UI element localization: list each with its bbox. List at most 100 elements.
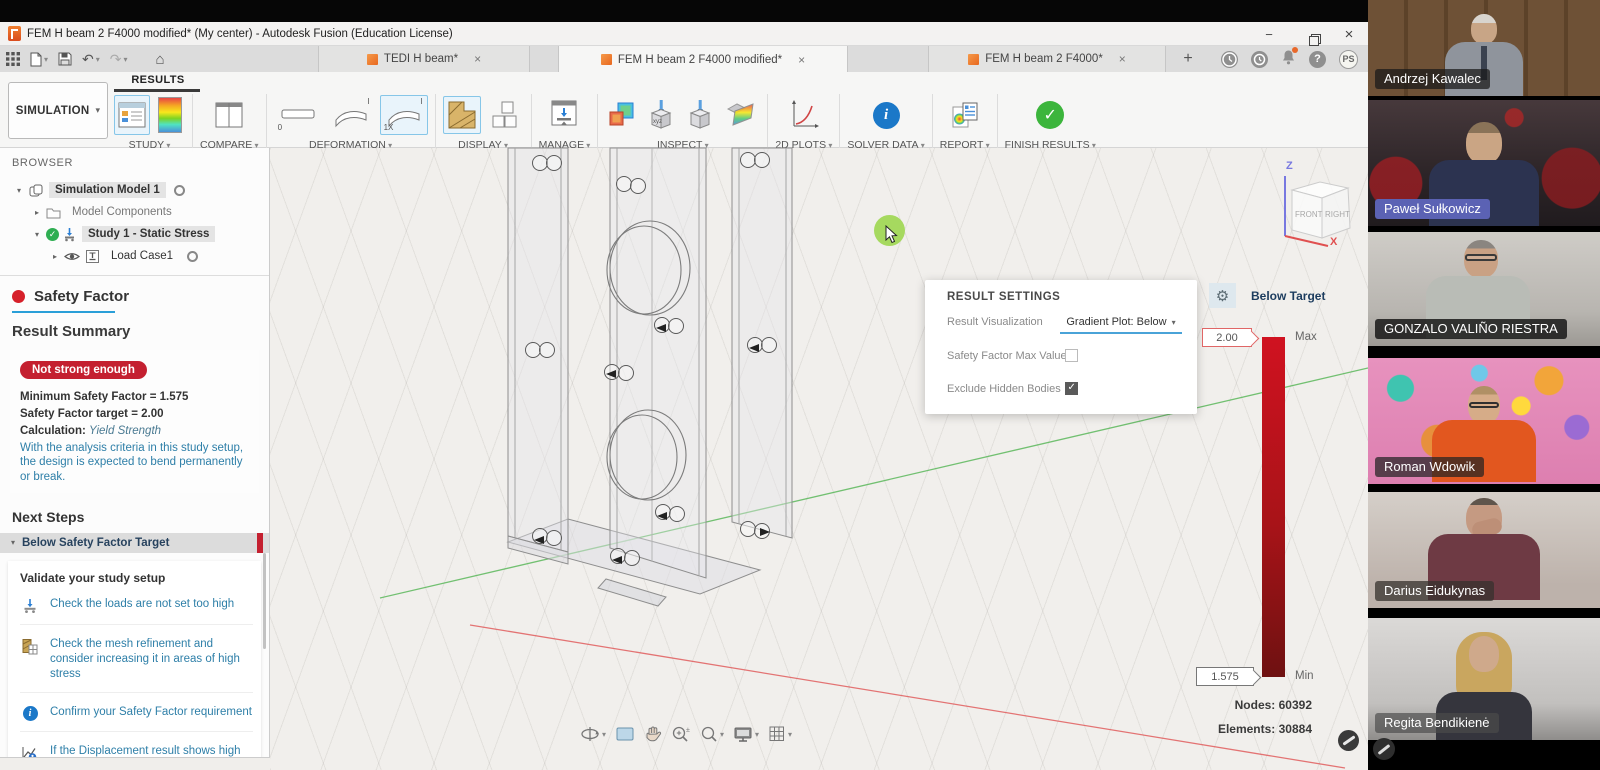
inspect-probe-icon[interactable] [683, 97, 717, 134]
analysis-warning-text: With the analysis criteria in this study… [20, 441, 249, 485]
pan-hand-icon[interactable] [644, 725, 662, 743]
next-step-item-mesh[interactable]: Check the mesh refinement and consider i… [20, 637, 253, 693]
tab-fem-h-beam-2-f4000-modified[interactable]: FEM H beam 2 F4000 modified* [558, 46, 848, 73]
chevron-right-icon[interactable] [50, 252, 60, 261]
home-icon[interactable] [156, 51, 165, 68]
eye-visibility-icon[interactable] [64, 251, 80, 262]
below-target-red-bar [257, 533, 263, 553]
next-step-item-loads[interactable]: Check the loads are not set too high [20, 597, 253, 625]
mouse-cursor [884, 225, 900, 245]
app-grid-icon[interactable] [6, 52, 20, 66]
file-menu-icon[interactable] [30, 52, 48, 67]
new-tab-button[interactable] [1178, 49, 1198, 69]
next-step-item-nonlinear[interactable]: If the Displacement result shows high di… [20, 744, 253, 758]
visibility-ring-icon[interactable] [174, 185, 185, 196]
participant-tile[interactable]: Paweł Sułkowicz [1368, 100, 1600, 226]
notifications-bell-icon[interactable] [1281, 49, 1296, 70]
min-safety-factor-line: Minimum Safety Factor = 1.575 [20, 390, 249, 404]
display-settings-icon[interactable] [733, 726, 759, 743]
below-target-label: Below Safety Factor Target [22, 537, 169, 549]
grid-snaps-icon[interactable] [768, 725, 792, 743]
study-results-legend-icon[interactable] [155, 94, 185, 136]
study-settings-icon[interactable] [114, 95, 150, 135]
below-target-collapsible[interactable]: Below Safety Factor Target [0, 533, 269, 553]
zoom-icon[interactable]: ± [671, 725, 691, 743]
tab-label: FEM H beam 2 F4000* [985, 53, 1103, 65]
manage-icon[interactable] [545, 95, 583, 135]
participant-tile[interactable]: Regita Bendikienė [1368, 618, 1600, 740]
tree-item-label: Study 1 - Static Stress [82, 226, 215, 242]
ribbon-group-display: DISPLAY [443, 94, 524, 151]
svg-text:xyz: xyz [653, 119, 662, 125]
tree-item-model-components[interactable]: Model Components [0, 201, 269, 223]
undo-icon[interactable] [82, 51, 100, 68]
visualization-dropdown[interactable]: Gradient Plot: Below [1060, 312, 1182, 334]
minimize-button[interactable] [1262, 27, 1276, 42]
tree-item-load-case[interactable]: Load Case1 [0, 245, 269, 267]
tree-item-simulation-model[interactable]: Simulation Model 1 [0, 179, 269, 201]
close-icon[interactable] [474, 52, 481, 66]
chevron-right-icon[interactable] [32, 208, 42, 217]
status-badge: Not strong enough [20, 361, 147, 379]
tab-fem-h-beam-2-f4000[interactable]: FEM H beam 2 F4000* [928, 46, 1166, 72]
validate-heading: Validate your study setup [20, 571, 253, 585]
deformation-scaled-icon[interactable]: 1X [380, 95, 428, 135]
orbit-icon[interactable] [580, 725, 606, 743]
close-icon[interactable] [798, 53, 805, 67]
chevron-down-icon[interactable] [14, 186, 24, 195]
visibility-ring-icon[interactable] [187, 251, 198, 262]
ribbon-group-manage: MANAGE [539, 94, 591, 151]
display-bodies-icon[interactable] [486, 96, 524, 134]
meeting-badge-icon[interactable] [1373, 738, 1395, 760]
participant-name: Andrzej Kawalec [1375, 69, 1490, 89]
report-icon[interactable] [947, 97, 983, 133]
deformation-undeformed-icon[interactable]: 0 [274, 95, 322, 135]
tree-item-label: Model Components [66, 204, 178, 220]
inspect-result-compare-icon[interactable] [605, 98, 639, 132]
fit-icon[interactable] [700, 725, 724, 743]
tree-item-study-static-stress[interactable]: Study 1 - Static Stress [0, 223, 269, 245]
participant-tile[interactable]: Darius Eidukynas [1368, 492, 1600, 608]
result-summary-heading: Result Summary [12, 323, 269, 340]
inspect-point-xyz-icon[interactable]: xyz [644, 97, 678, 134]
deformation-actual-icon[interactable] [327, 95, 375, 135]
participant-tile[interactable]: Andrzej Kawalec [1368, 0, 1600, 96]
viewport-badge-icon[interactable] [1338, 730, 1359, 751]
chevron-down-icon[interactable] [32, 230, 42, 239]
mesh-statistics: Nodes: 60392 Elements: 30884 [1120, 698, 1312, 746]
result-type-title[interactable]: Safety Factor [34, 288, 129, 305]
divider [0, 275, 269, 276]
display-mesh-icon[interactable] [443, 96, 481, 134]
workspace-selector[interactable]: SIMULATION [8, 82, 108, 139]
close-button[interactable] [1342, 26, 1356, 43]
view-cube[interactable]: FRONT RIGHT Z X [1262, 152, 1362, 252]
inspect-slice-plane-icon[interactable] [722, 98, 760, 132]
extensions-icon[interactable] [1221, 51, 1238, 68]
folder-icon [46, 206, 61, 219]
look-at-icon[interactable] [615, 726, 635, 742]
max-value-label: Safety Factor Max Value [947, 350, 1067, 362]
ribbon-tab-results[interactable]: RESULTS [118, 74, 198, 86]
2d-plots-icon[interactable] [784, 95, 824, 135]
user-avatar[interactable]: PS [1339, 50, 1358, 69]
participant-tile[interactable]: GONZALO VALIÑO RIESTRA [1368, 232, 1600, 346]
max-value-checkbox[interactable] [1065, 349, 1078, 362]
legend-max-callout[interactable]: 2.00 [1202, 328, 1252, 347]
exclude-hidden-checkbox[interactable] [1065, 382, 1078, 395]
tab-tedi-h-beam[interactable]: TEDI H beam* [318, 46, 530, 72]
fusion-doc-icon [968, 54, 979, 65]
participant-tile[interactable]: Roman Wdowik [1368, 358, 1600, 484]
ribbon-tab-underline [114, 89, 200, 92]
solver-data-icon[interactable] [870, 99, 903, 132]
legend-settings-gear-icon[interactable] [1209, 283, 1236, 308]
legend-min-callout[interactable]: 1.575 [1196, 667, 1254, 686]
close-icon[interactable] [1119, 52, 1126, 66]
finish-results-icon[interactable] [1033, 98, 1067, 132]
next-steps-heading: Next Steps [12, 509, 269, 525]
job-status-icon[interactable] [1251, 51, 1268, 68]
save-icon[interactable] [58, 52, 72, 66]
compare-icon[interactable] [209, 95, 249, 135]
help-icon[interactable] [1309, 51, 1326, 68]
next-step-item-confirm[interactable]: Confirm your Safety Factor requirement [20, 705, 253, 732]
panel-scrollbar[interactable] [263, 553, 266, 649]
